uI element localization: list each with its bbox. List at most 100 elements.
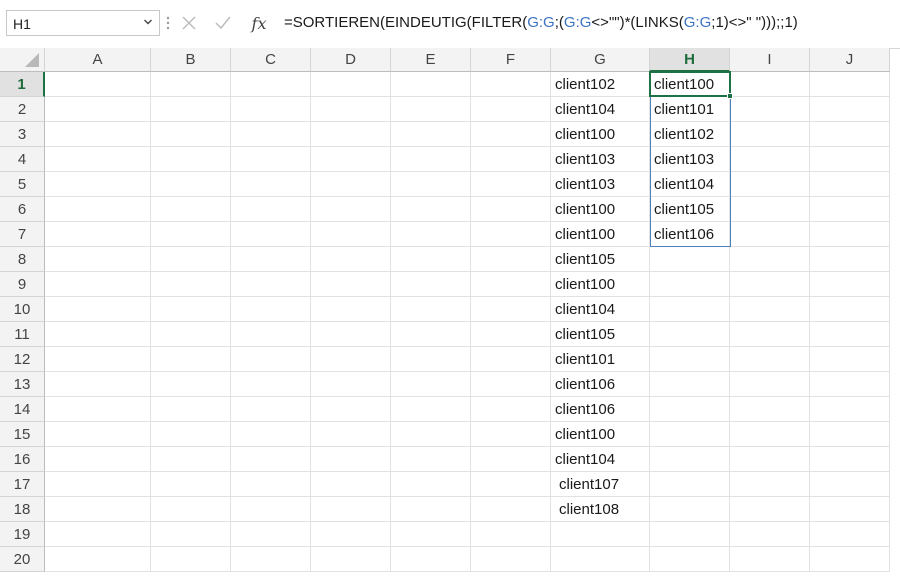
row-header-12[interactable]: 12 [0,347,45,372]
cell-e13[interactable] [391,372,471,397]
cell-c6[interactable] [231,197,311,222]
cell-i2[interactable] [730,97,810,122]
cell-a1[interactable] [45,72,151,97]
row-header-14[interactable]: 14 [0,397,45,422]
row-header-7[interactable]: 7 [0,222,45,247]
cell-e14[interactable] [391,397,471,422]
row-header-6[interactable]: 6 [0,197,45,222]
cell-d16[interactable] [311,447,391,472]
row-header-8[interactable]: 8 [0,247,45,272]
cell-g7[interactable]: client100 [551,222,650,247]
cell-a17[interactable] [45,472,151,497]
cell-b19[interactable] [151,522,231,547]
column-header-h[interactable]: H [650,48,730,72]
cell-c3[interactable] [231,122,311,147]
cell-i20[interactable] [730,547,810,572]
cell-c7[interactable] [231,222,311,247]
row-header-17[interactable]: 17 [0,472,45,497]
cell-j20[interactable] [810,547,890,572]
row-header-2[interactable]: 2 [0,97,45,122]
cell-i4[interactable] [730,147,810,172]
cell-j13[interactable] [810,372,890,397]
cell-j12[interactable] [810,347,890,372]
cell-b1[interactable] [151,72,231,97]
row-header-10[interactable]: 10 [0,297,45,322]
cancel-button[interactable] [176,10,202,36]
cell-j10[interactable] [810,297,890,322]
column-header-d[interactable]: D [311,48,391,72]
cell-a20[interactable] [45,547,151,572]
column-header-g[interactable]: G [551,48,650,72]
cell-f20[interactable] [471,547,551,572]
cell-c18[interactable] [231,497,311,522]
cell-a12[interactable] [45,347,151,372]
select-all-corner[interactable] [0,48,45,72]
cell-e2[interactable] [391,97,471,122]
cell-d12[interactable] [311,347,391,372]
cell-f5[interactable] [471,172,551,197]
row-header-18[interactable]: 18 [0,497,45,522]
cell-d2[interactable] [311,97,391,122]
cell-f15[interactable] [471,422,551,447]
cell-g12[interactable]: client101 [551,347,650,372]
cell-c17[interactable] [231,472,311,497]
cell-g4[interactable]: client103 [551,147,650,172]
cell-i5[interactable] [730,172,810,197]
cell-j9[interactable] [810,272,890,297]
cell-a13[interactable] [45,372,151,397]
cell-a16[interactable] [45,447,151,472]
row-header-11[interactable]: 11 [0,322,45,347]
cell-f7[interactable] [471,222,551,247]
cell-g9[interactable]: client100 [551,272,650,297]
cell-b5[interactable] [151,172,231,197]
cell-f12[interactable] [471,347,551,372]
cell-b12[interactable] [151,347,231,372]
cell-i3[interactable] [730,122,810,147]
cell-j2[interactable] [810,97,890,122]
cell-d3[interactable] [311,122,391,147]
cell-e20[interactable] [391,547,471,572]
cell-d17[interactable] [311,472,391,497]
cell-h6[interactable]: client105 [650,197,730,222]
drag-handle-icon[interactable] [166,12,170,34]
column-header-a[interactable]: A [45,48,151,72]
cell-i13[interactable] [730,372,810,397]
cell-h10[interactable] [650,297,730,322]
cell-j17[interactable] [810,472,890,497]
cell-g20[interactable] [551,547,650,572]
cell-i18[interactable] [730,497,810,522]
cell-a14[interactable] [45,397,151,422]
cell-b8[interactable] [151,247,231,272]
cell-f11[interactable] [471,322,551,347]
cell-b9[interactable] [151,272,231,297]
row-header-15[interactable]: 15 [0,422,45,447]
cell-f13[interactable] [471,372,551,397]
cell-i10[interactable] [730,297,810,322]
cell-e6[interactable] [391,197,471,222]
cell-g5[interactable]: client103 [551,172,650,197]
cell-a7[interactable] [45,222,151,247]
cell-i1[interactable] [730,72,810,97]
cell-e18[interactable] [391,497,471,522]
cell-d19[interactable] [311,522,391,547]
cell-d4[interactable] [311,147,391,172]
cell-g15[interactable]: client100 [551,422,650,447]
cell-a6[interactable] [45,197,151,222]
cell-g3[interactable]: client100 [551,122,650,147]
cell-b16[interactable] [151,447,231,472]
cell-d7[interactable] [311,222,391,247]
cell-i16[interactable] [730,447,810,472]
cell-i7[interactable] [730,222,810,247]
cell-c11[interactable] [231,322,311,347]
cell-g14[interactable]: client106 [551,397,650,422]
chevron-down-icon[interactable] [143,17,153,27]
cell-a15[interactable] [45,422,151,447]
cell-j11[interactable] [810,322,890,347]
cell-d18[interactable] [311,497,391,522]
cell-h19[interactable] [650,522,730,547]
cell-d20[interactable] [311,547,391,572]
insert-function-button[interactable]: fx [246,10,272,36]
cell-b13[interactable] [151,372,231,397]
cell-c10[interactable] [231,297,311,322]
cell-f10[interactable] [471,297,551,322]
